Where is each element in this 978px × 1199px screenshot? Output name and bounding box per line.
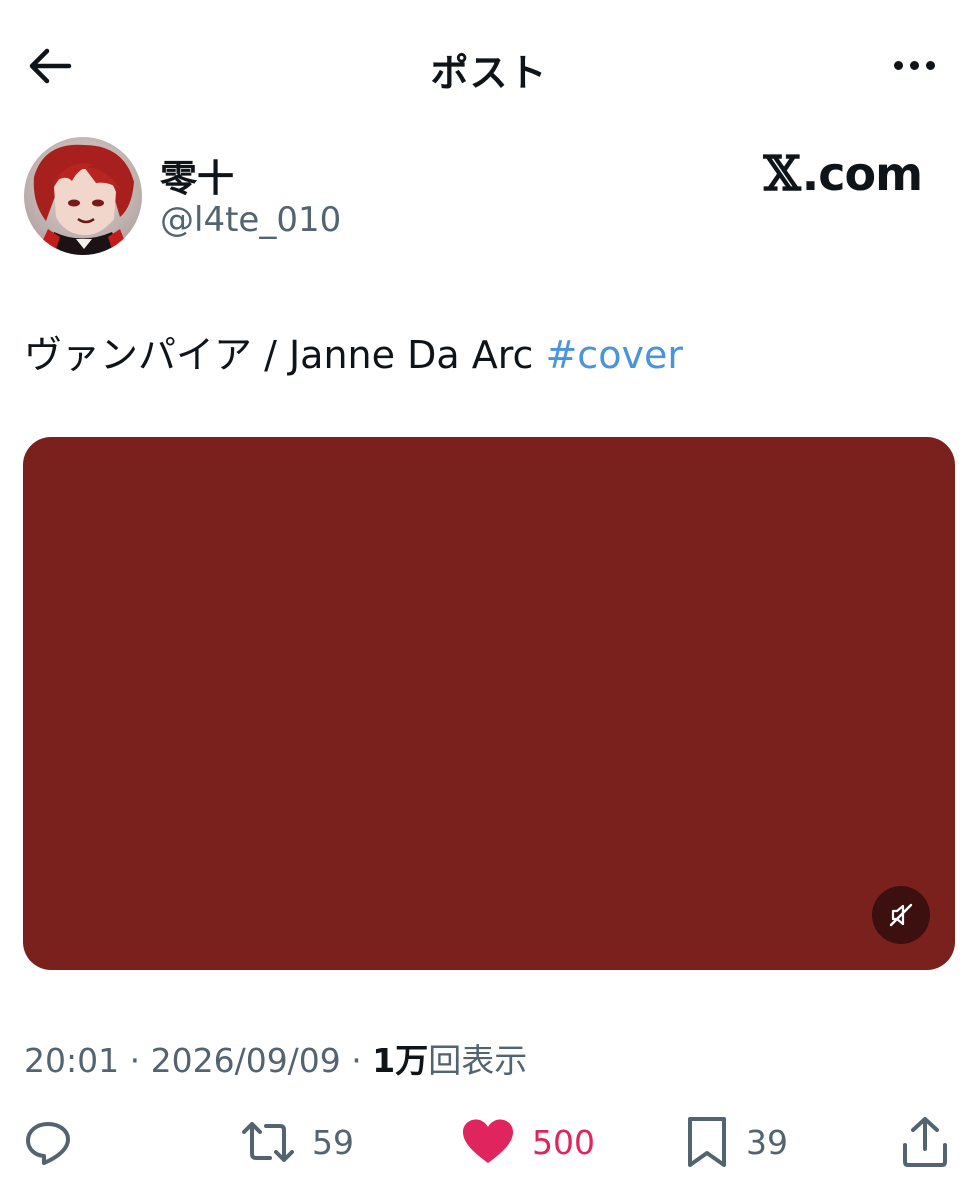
post-detail-page: ポスト 零十 @l4te_010 𝕏 .com ヴァンパイア / Janne D… [0, 0, 978, 1199]
x-logo-icon: 𝕏 [763, 146, 800, 202]
heart-icon [463, 1119, 513, 1163]
page-title: ポスト [430, 51, 548, 95]
view-count-label: 回表示 [428, 1041, 528, 1080]
reply-button[interactable] [22, 1110, 74, 1174]
more-options-button[interactable] [886, 42, 942, 88]
hashtag-link[interactable]: #cover [545, 333, 682, 377]
author-handle[interactable]: @l4te_010 [160, 200, 341, 240]
avatar-image [24, 137, 142, 255]
share-icon [903, 1117, 947, 1167]
mute-toggle-button[interactable] [872, 886, 930, 944]
reply-icon [26, 1122, 70, 1165]
like-count: 500 [532, 1122, 595, 1162]
author-display-name[interactable]: 零十 [160, 148, 234, 202]
watermark-domain: .com [801, 147, 923, 201]
speaker-muted-icon [889, 903, 913, 927]
bookmark-button[interactable]: 39 [684, 1110, 788, 1174]
x-com-watermark: 𝕏 .com [763, 146, 923, 202]
like-button[interactable]: 500 [460, 1110, 595, 1174]
post-date: 2026/09/09 [150, 1041, 341, 1080]
top-nav-bar: ポスト [0, 0, 978, 130]
more-horizontal-icon [893, 60, 903, 70]
action-bar: 59 500 39 [0, 1110, 978, 1180]
avatar[interactable] [24, 137, 142, 255]
post-time: 20:01 [24, 1041, 120, 1080]
retweet-count: 59 [312, 1122, 354, 1162]
post-text-body: ヴァンパイア / Janne Da Arc [24, 333, 546, 377]
retweet-button[interactable]: 59 [240, 1110, 354, 1174]
video-player[interactable] [23, 437, 955, 970]
post-meta: 20:01 · 2026/09/09 · 1万回表示 [24, 1041, 528, 1080]
view-count[interactable]: 1万 [372, 1041, 428, 1080]
share-button[interactable] [900, 1110, 950, 1174]
retweet-icon [242, 1122, 294, 1162]
post-text: ヴァンパイア / Janne Da Arc #cover [24, 324, 683, 379]
bookmark-count: 39 [746, 1122, 788, 1162]
bookmark-icon [688, 1117, 726, 1167]
